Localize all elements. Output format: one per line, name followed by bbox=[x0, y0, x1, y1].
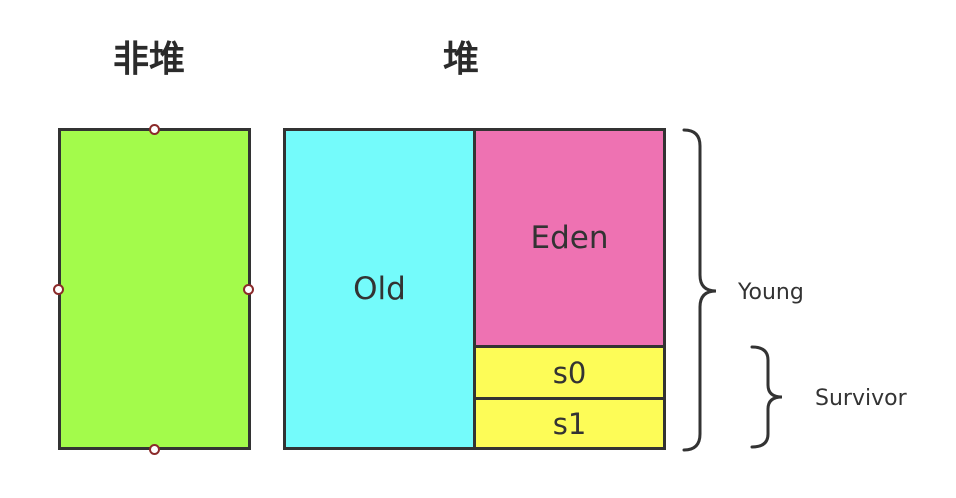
braces-layer bbox=[682, 128, 783, 452]
survivor-brace-icon bbox=[750, 345, 783, 449]
young-brace-icon bbox=[682, 128, 717, 452]
survivor-label: Survivor bbox=[815, 386, 907, 411]
young-label: Young bbox=[738, 280, 804, 305]
